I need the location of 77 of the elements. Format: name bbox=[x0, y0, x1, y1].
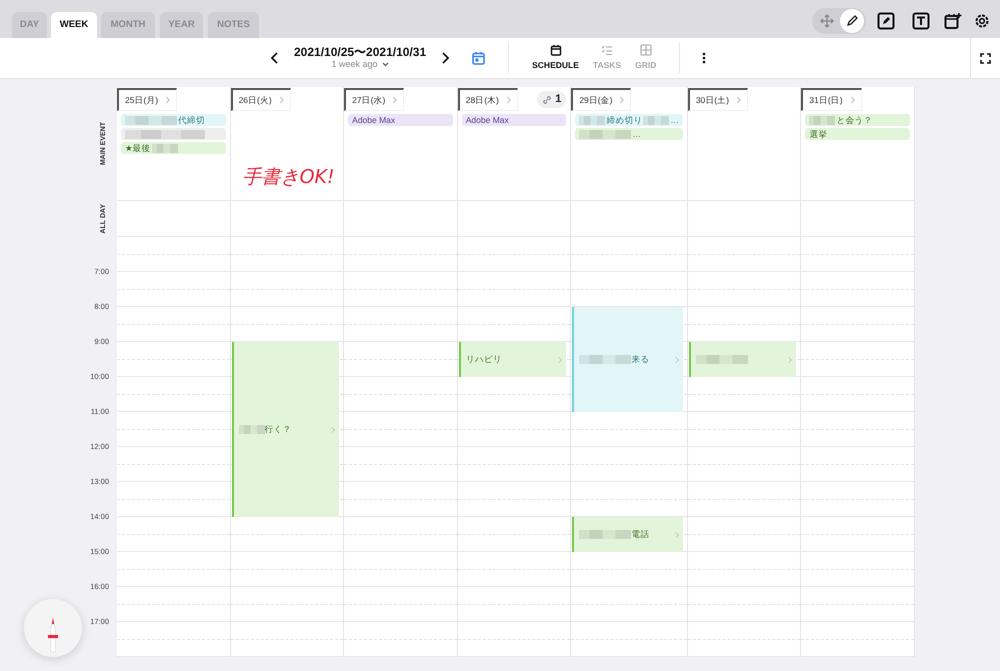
pencil-icon bbox=[844, 14, 858, 28]
chevron-right-icon bbox=[618, 95, 624, 106]
pixelated-block bbox=[579, 355, 632, 364]
pixelated-block bbox=[579, 530, 632, 539]
chevron-right-icon bbox=[164, 95, 170, 106]
more-icon[interactable] bbox=[702, 52, 706, 64]
event-chip[interactable]: Adobe Max bbox=[348, 114, 453, 126]
day-header[interactable]: 31日(日) bbox=[801, 88, 862, 112]
move-icon bbox=[820, 14, 834, 28]
event-chip[interactable]: 選挙 bbox=[805, 128, 910, 140]
chevron-right-icon bbox=[557, 356, 562, 364]
chevron-right-icon bbox=[330, 426, 336, 434]
settings-icon[interactable] bbox=[973, 12, 991, 30]
day-header[interactable]: 28日(木) bbox=[458, 88, 518, 112]
pixelated-block bbox=[579, 130, 632, 139]
pixelated-block bbox=[696, 355, 748, 364]
chevron-right-icon bbox=[440, 51, 450, 65]
pixelated-block bbox=[579, 116, 606, 125]
calendar-icon bbox=[550, 44, 562, 56]
text-note-icon[interactable] bbox=[912, 12, 930, 30]
chevron-right-icon bbox=[734, 95, 741, 106]
chevron-right-icon bbox=[674, 356, 679, 364]
event-title: 来る bbox=[631, 353, 650, 366]
chevron-right-icon bbox=[674, 530, 679, 538]
pixelated-block bbox=[809, 116, 836, 125]
pixelated-block bbox=[643, 116, 670, 125]
checklist-icon bbox=[600, 44, 613, 56]
calendar-add-icon[interactable] bbox=[944, 12, 962, 30]
event-title: … bbox=[670, 114, 679, 126]
day-header[interactable]: 26日(火) bbox=[230, 88, 291, 112]
event-chip[interactable]: と会う？ bbox=[805, 114, 910, 126]
event-title: 電話 bbox=[631, 528, 650, 541]
event-block[interactable]: 電話 bbox=[572, 517, 683, 552]
chevron-right-icon bbox=[278, 95, 284, 106]
pen-mode-button[interactable] bbox=[840, 9, 864, 33]
event-chip[interactable]: ★最後 bbox=[121, 142, 226, 154]
date-range-title: 2021/10/25〜2021/10/31 bbox=[294, 46, 426, 60]
event-title: Adobe Max bbox=[352, 114, 396, 126]
event-chip[interactable]: 代締切 bbox=[121, 114, 226, 126]
link-icon bbox=[542, 94, 552, 104]
pixelated-block bbox=[238, 425, 265, 434]
event-title: 選挙 bbox=[809, 128, 828, 140]
note-edit-icon[interactable] bbox=[877, 12, 895, 30]
chevron-right-icon bbox=[391, 95, 398, 106]
event-title: リハビリ bbox=[466, 353, 502, 366]
calendar-today-icon[interactable] bbox=[472, 51, 486, 65]
event-title: ★最後 bbox=[125, 142, 151, 154]
fullscreen-icon[interactable] bbox=[980, 53, 991, 64]
event-title: 行く？ bbox=[264, 423, 292, 436]
event-title: と会う？ bbox=[836, 114, 872, 126]
event-title: 締め切り bbox=[606, 114, 642, 126]
grid-icon bbox=[640, 44, 652, 56]
day-header[interactable]: 29日(金) bbox=[571, 88, 632, 112]
event-chip[interactable]: Adobe Max bbox=[462, 114, 566, 126]
view-tab[interactable]: WEEK bbox=[51, 12, 97, 38]
event-block[interactable]: リハビリ bbox=[458, 342, 566, 377]
event-block[interactable]: 来る bbox=[572, 307, 683, 412]
pixelated-block bbox=[152, 144, 178, 153]
chevron-left-icon bbox=[270, 51, 280, 65]
day-header[interactable]: 25日(月) bbox=[117, 88, 178, 112]
day-header[interactable]: 30日(土) bbox=[688, 88, 748, 112]
event-chip[interactable]: 締め切り … bbox=[575, 114, 683, 126]
event-title: Adobe Max bbox=[466, 114, 509, 126]
event-block[interactable]: 行く？ bbox=[232, 342, 340, 517]
event-chip[interactable]: … bbox=[575, 128, 683, 140]
link-count-badge[interactable]: 1 bbox=[537, 91, 566, 108]
handwritten-note: 手書きOK! bbox=[242, 165, 335, 190]
event-title: … bbox=[632, 128, 641, 140]
chevron-right-icon bbox=[787, 356, 792, 364]
relative-date-dropdown[interactable]: 1 week ago bbox=[332, 60, 389, 70]
view-mode-tab[interactable]: SCHEDULE bbox=[525, 44, 586, 72]
caret-icon bbox=[382, 62, 389, 68]
chevron-right-icon bbox=[848, 95, 855, 106]
event-title: 代締切 bbox=[178, 114, 205, 126]
chevron-right-icon bbox=[504, 95, 511, 106]
day-header[interactable]: 27日(水) bbox=[344, 88, 404, 112]
pixelated-block bbox=[125, 116, 177, 125]
